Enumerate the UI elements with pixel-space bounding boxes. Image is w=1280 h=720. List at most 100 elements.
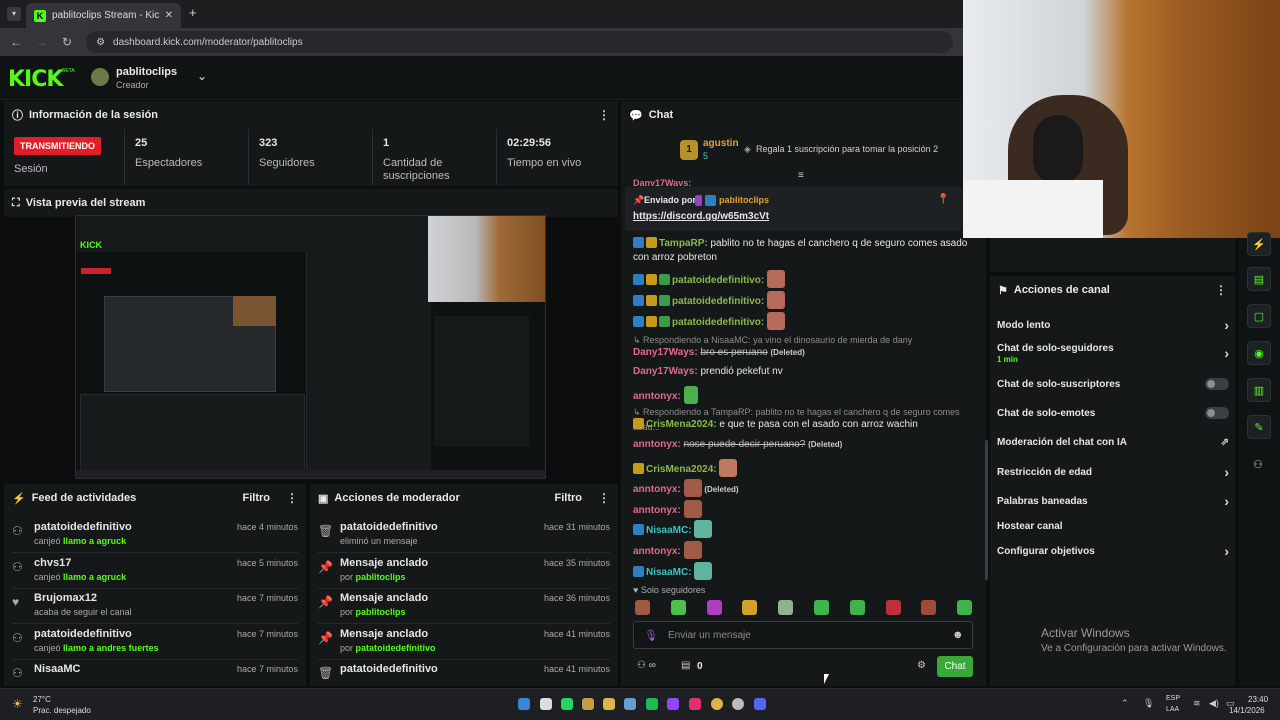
chat-username[interactable]: Dany17Ways: [633, 366, 698, 377]
mic-icon[interactable]: 🎙 [644, 629, 658, 642]
steam-icon[interactable] [624, 698, 636, 710]
chat-username[interactable]: patatoidedefinitivo: [672, 317, 764, 328]
quick-emote-button[interactable] [742, 600, 758, 615]
channel-action-6[interactable]: Palabras baneadas › [997, 489, 1229, 513]
chat-username[interactable]: anntonyx: [633, 484, 681, 495]
chat-input[interactable]: 🎙 Enviar un mensaje ☻ [633, 621, 973, 649]
chat-message[interactable]: NisaaMC: [633, 520, 973, 538]
chat-username[interactable]: patatoidedefinitivo: [672, 275, 764, 286]
side-wrench-icon[interactable]: ✎ [1247, 415, 1271, 439]
search-icon[interactable] [540, 698, 552, 710]
chat-message[interactable]: anntonyx: nose puede decir peruano? (Del… [633, 438, 973, 452]
weather-icon[interactable]: ☀ [12, 697, 23, 711]
feed-row-link[interactable]: patatoidedefinitivo [356, 643, 436, 653]
chat-message[interactable]: NisaaMC: [633, 562, 973, 580]
quick-emote-button[interactable] [706, 600, 722, 615]
feed-row[interactable]: 🗑 patatoidedefinitivo eliminó un mensaje… [318, 518, 610, 552]
clock-time[interactable]: 23:40 [1248, 695, 1268, 704]
channel-action-4[interactable]: Moderación del chat con IA ⇗ [997, 430, 1229, 454]
chat-message[interactable]: anntonyx: (Deleted) [633, 479, 973, 497]
instagram-icon[interactable] [689, 698, 701, 710]
activity-menu-icon[interactable]: ⋮ [286, 491, 298, 505]
chat-username[interactable]: NisaaMC: [646, 567, 692, 578]
users-infinity-icon[interactable]: ⚇ ∞ [637, 660, 656, 671]
chat-message[interactable]: anntonyx: [633, 500, 973, 518]
feed-row-link[interactable]: llamo a andres fuertes [63, 643, 159, 653]
chat-message[interactable]: patatoidedefinitivo: [633, 270, 973, 288]
pinned-link[interactable]: https://discord.gg/w65m3cVt [633, 211, 769, 222]
reload-icon[interactable]: ↻ [62, 35, 72, 49]
channel-action-5[interactable]: Restricción de edad › [997, 460, 1229, 484]
chat-username[interactable]: NisaaMC: [646, 525, 692, 536]
send-chat-button[interactable]: Chat [937, 656, 973, 677]
chat-message[interactable]: TampaRP: pablito no te hagas el canchero… [633, 237, 973, 265]
chat-message[interactable]: Dany17Ways: prendió pekefut nv [633, 365, 973, 379]
chat-username[interactable]: TampaRP: [659, 238, 708, 249]
external-link-icon[interactable]: ⇗ [1221, 437, 1229, 448]
browser-tab[interactable]: K pablitoclips Stream - Kick Dashb ✕ [26, 3, 181, 28]
feed-row-link[interactable]: pablitoclips [356, 607, 406, 617]
quick-emote-button[interactable] [849, 600, 865, 615]
tray-mic-icon[interactable]: 🎙 [1143, 698, 1154, 709]
volume-icon[interactable]: ◀) [1209, 698, 1219, 709]
channel-action-0[interactable]: Modo lento › [997, 313, 1229, 337]
channel-action-1[interactable]: Chat de solo-seguidores 1 min › [997, 341, 1229, 365]
feed-row-link[interactable]: llamo a agruck [63, 572, 126, 582]
feed-row-link[interactable]: llamo a agruck [63, 536, 126, 546]
mod-menu-icon[interactable]: ⋮ [598, 491, 610, 505]
quick-emote-button[interactable] [885, 600, 901, 615]
twitch-icon[interactable] [667, 698, 679, 710]
chat-collapse-icon[interactable]: ≡ [798, 170, 804, 181]
chat-message[interactable]: Dany17Ways: bro es peruano (Deleted) [633, 346, 973, 360]
quick-emote-button[interactable] [635, 600, 650, 615]
side-layout-icon[interactable]: ▥ [1247, 378, 1271, 402]
settings-icon[interactable] [732, 698, 744, 710]
channel-action-7[interactable]: Hostear canal [997, 514, 1229, 538]
chat-message[interactable]: anntonyx: [633, 541, 973, 559]
kick-logo[interactable]: KICK [8, 67, 63, 92]
feed-row[interactable]: ⚇ NisaaMC hace 7 minutos [12, 660, 298, 694]
feed-row[interactable]: 📌 Mensaje anclado por patatoidedefinitiv… [318, 625, 610, 659]
back-icon[interactable]: ← [10, 35, 22, 49]
stream-preview-video[interactable]: KICK [75, 215, 546, 479]
close-tab-icon[interactable]: ✕ [165, 10, 173, 21]
tray-chevron-up-icon[interactable]: ⌃ [1121, 698, 1129, 709]
feed-row[interactable]: ⚇ patatoidedefinitivo canjeó llamo a and… [12, 625, 298, 659]
quick-emote-button[interactable] [670, 600, 686, 615]
chat-username[interactable]: anntonyx: [633, 505, 681, 516]
whatsapp-icon[interactable] [561, 698, 573, 710]
files-icon[interactable] [603, 698, 615, 710]
side-broadcast-icon[interactable]: ◉ [1247, 341, 1271, 365]
feed-row-link[interactable]: pablitoclips [356, 572, 406, 582]
channel-action-2[interactable]: Chat de solo-suscriptores [997, 372, 1229, 396]
channel-action-3[interactable]: Chat de solo-emotes [997, 401, 1229, 425]
session-menu-icon[interactable]: ⋮ [598, 108, 610, 122]
chat-username[interactable]: Dany17Ways: [633, 347, 698, 358]
feed-row[interactable]: 📌 Mensaje anclado por pablitoclips hace … [318, 589, 610, 623]
wifi-icon[interactable]: ≋ [1193, 698, 1201, 709]
toggle-switch[interactable] [1205, 407, 1229, 419]
discord-icon[interactable] [754, 698, 766, 710]
feed-row[interactable]: 📌 Mensaje anclado por pablitoclips hace … [318, 554, 610, 588]
quick-emote-button[interactable] [957, 600, 973, 615]
side-bolt-icon[interactable]: ⚡ [1247, 232, 1271, 256]
mail-icon[interactable] [582, 698, 594, 710]
gift-bag-icon[interactable]: ▤ [681, 660, 690, 671]
feed-row[interactable]: ⚇ patatoidedefinitivo canjeó llamo a agr… [12, 518, 298, 552]
spotify-icon[interactable] [646, 698, 658, 710]
chat-scrollbar[interactable] [985, 440, 988, 580]
url-field[interactable]: ⚙ dashboard.kick.com/moderator/pablitocl… [86, 31, 953, 53]
feed-row[interactable]: ♥ Brujomax12 acaba de seguir el canal ha… [12, 589, 298, 623]
new-tab-icon[interactable]: + [189, 5, 197, 20]
mod-filter-button[interactable]: Filtro [555, 492, 583, 504]
site-info-icon[interactable]: ⚙ [96, 37, 105, 48]
side-notes-icon[interactable]: ▤ [1247, 267, 1271, 291]
channel-action-8[interactable]: Configurar objetivos › [997, 539, 1229, 563]
lang-label[interactable]: ESP [1166, 695, 1180, 702]
chat-message[interactable]: CrisMena2024: e que te pasa con el asado… [633, 418, 973, 432]
activity-filter-button[interactable]: Filtro [243, 492, 271, 504]
forward-icon[interactable]: → [36, 35, 48, 49]
chrome-icon[interactable] [711, 698, 723, 710]
chat-message[interactable]: patatoidedefinitivo: [633, 312, 973, 330]
feed-row[interactable]: ⚇ chvs17 canjeó llamo a agruck hace 5 mi… [12, 554, 298, 588]
